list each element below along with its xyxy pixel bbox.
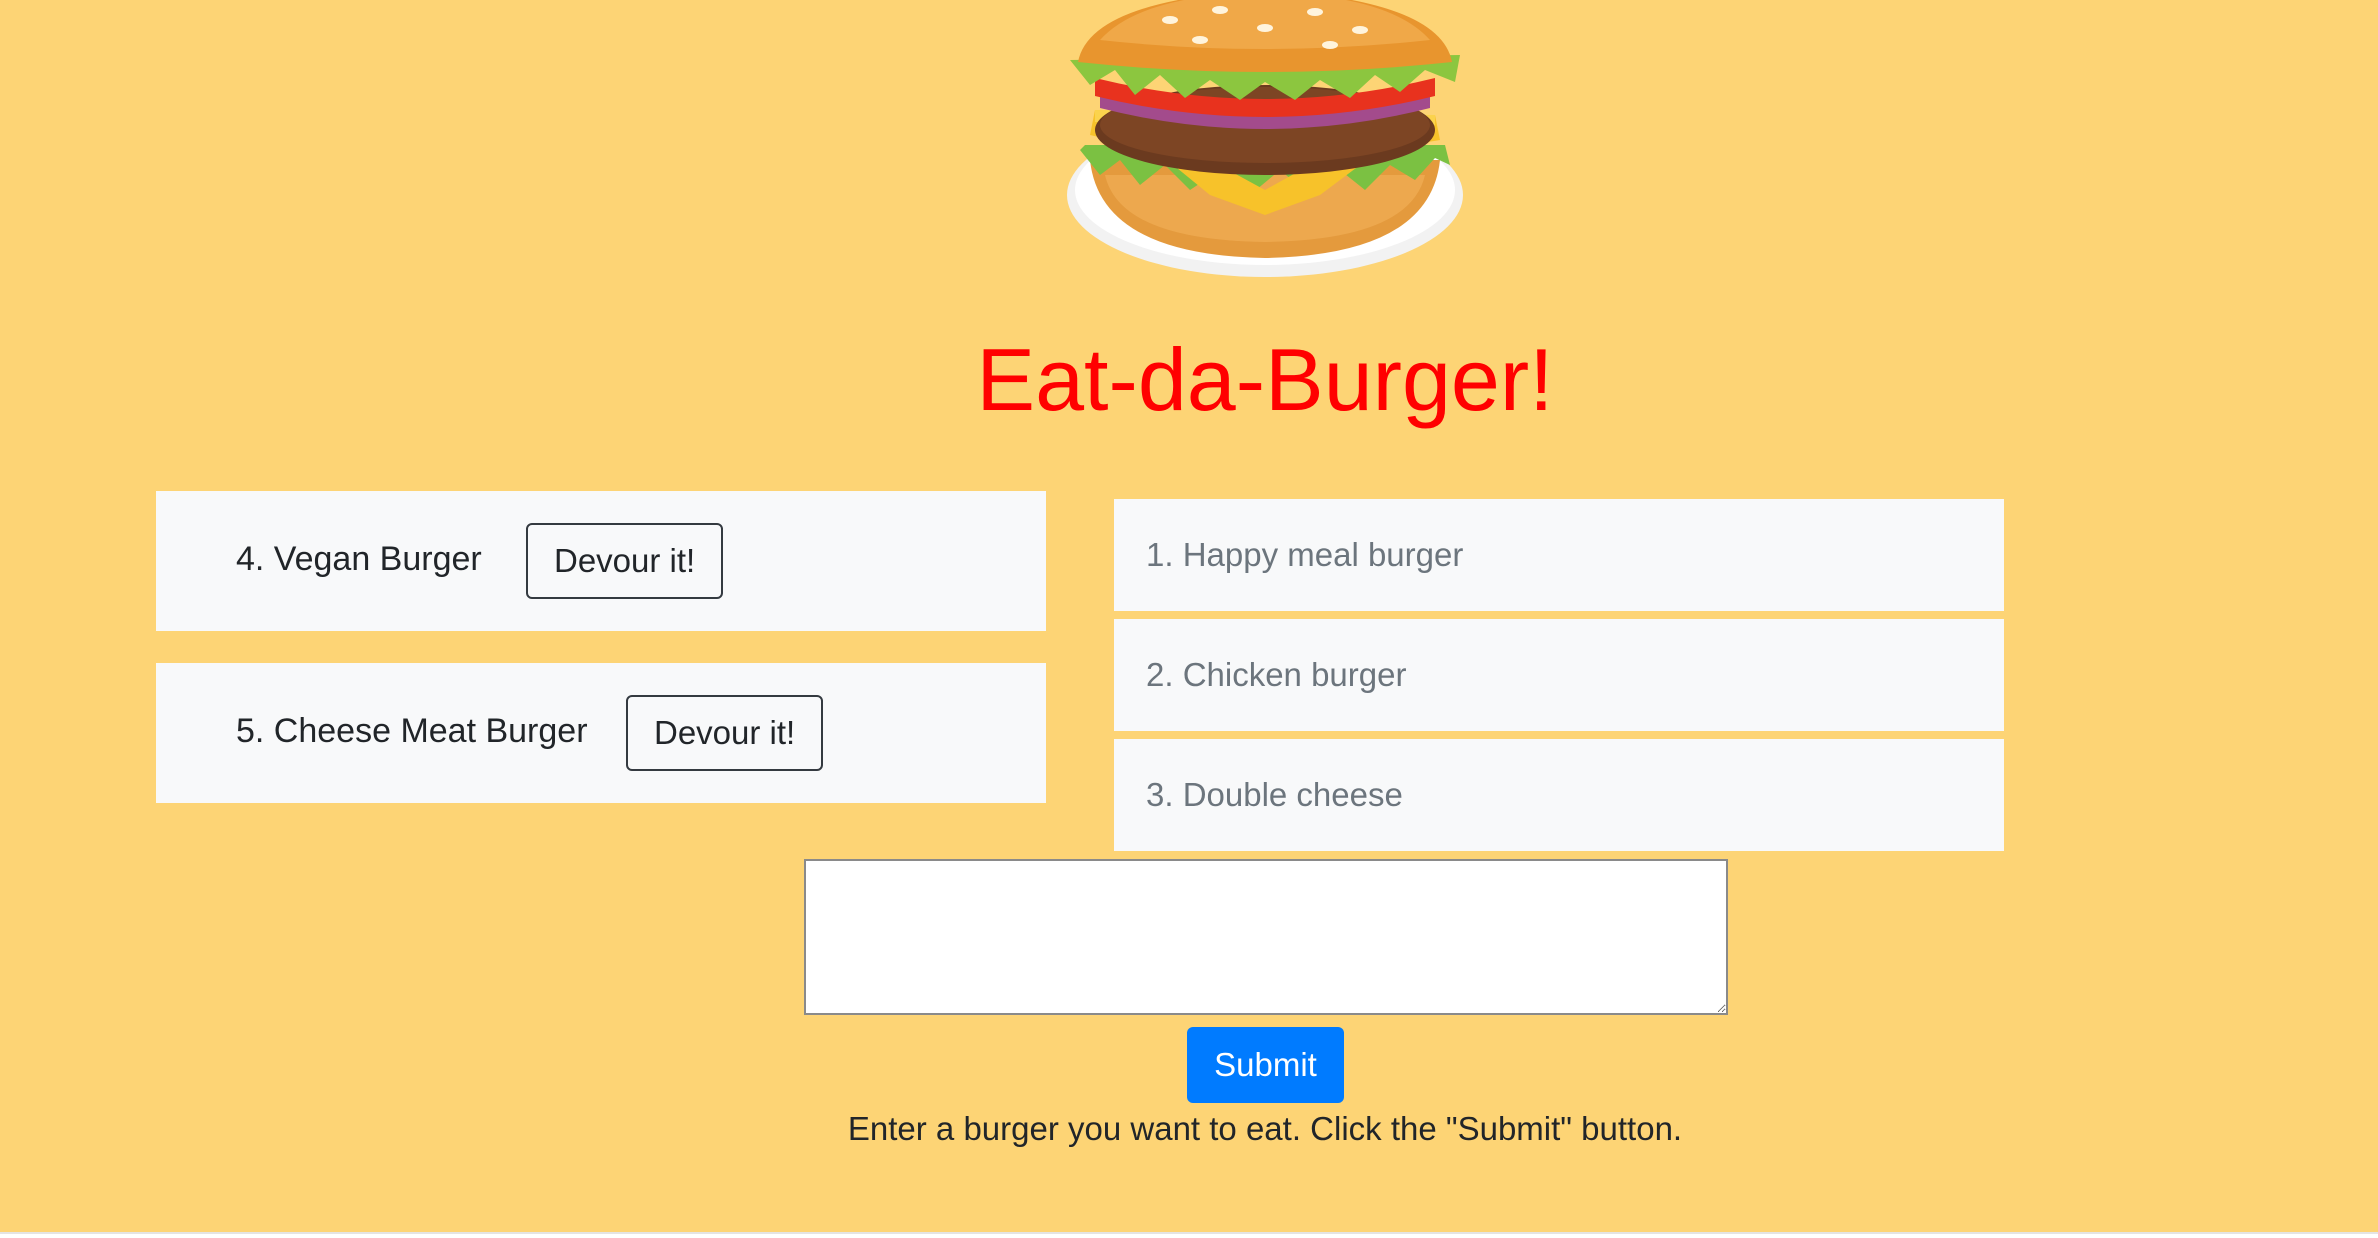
page-background: Eat-da-Burger! 4. Vegan Burger Devour it… [0, 0, 2378, 1232]
burger-name: 4. Vegan Burger [236, 540, 482, 578]
submit-button[interactable]: Submit [1187, 1027, 1344, 1103]
burger-name: 3. Double cheese [1146, 776, 1403, 813]
uneaten-burger-item: 5. Cheese Meat Burger Devour it! [156, 663, 1046, 803]
burger-name-textarea[interactable] [804, 859, 1728, 1015]
burger-name: 2. Chicken burger [1146, 656, 1407, 693]
instructions-text: Enter a burger you want to eat. Click th… [847, 1110, 1683, 1147]
devour-button[interactable]: Devour it! [626, 695, 824, 771]
burger-name: 1. Happy meal burger [1146, 536, 1464, 573]
devoured-burger-item: 3. Double cheese [1114, 739, 2004, 851]
uneaten-burger-item: 4. Vegan Burger Devour it! [156, 491, 1046, 631]
page-footer-divider [0, 1232, 2378, 1238]
devoured-burger-item: 1. Happy meal burger [1114, 499, 2004, 611]
page-title: Eat-da-Burger! [976, 330, 1554, 429]
devoured-burger-item: 2. Chicken burger [1114, 619, 2004, 731]
burger-name: 5. Cheese Meat Burger [236, 712, 588, 750]
burger-icon [1067, 0, 1463, 277]
devour-button[interactable]: Devour it! [526, 523, 724, 599]
